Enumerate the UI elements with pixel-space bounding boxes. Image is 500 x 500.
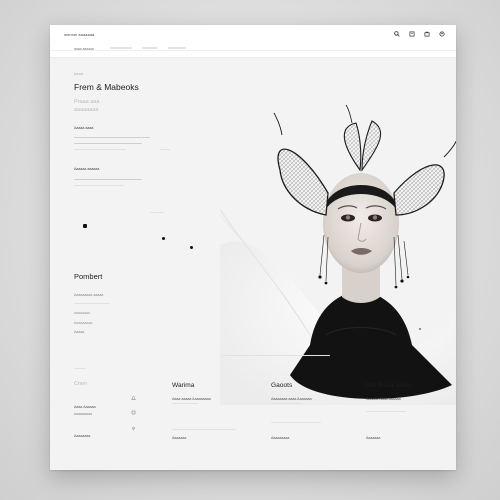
- text-line: [74, 137, 150, 139]
- hero-meta-heading: Aaaaa aaaa: [74, 126, 94, 130]
- subnav-item-active[interactable]: aaaa aaaaaa: [74, 47, 94, 51]
- footer-column-link[interactable]: Aaaaaaa: [172, 436, 186, 440]
- decorative-dot: [162, 237, 165, 240]
- text-line: [74, 149, 126, 151]
- cart-icon[interactable]: [423, 30, 431, 38]
- footer-column-title: Gaoots: [271, 382, 293, 389]
- hero-eyebrow: aaaa: [74, 72, 84, 76]
- subnav-divider: [50, 50, 456, 51]
- text-line: [366, 411, 406, 413]
- promo-link[interactable]: Aaaaaaaaa: [74, 321, 92, 325]
- subnav-item[interactable]: [168, 47, 186, 49]
- subnav-item[interactable]: [142, 47, 158, 49]
- footer-column-title: Not Foua Jeoks: [366, 382, 413, 389]
- promo-title: Pombert: [74, 272, 103, 281]
- promo-link[interactable]: aaaaaaaa: [74, 311, 90, 315]
- footer-column-text: Aaaa aaaaa Aaaaaaaaa: [172, 397, 211, 401]
- toolbar-icons: [393, 30, 446, 38]
- decorative-dot: [190, 246, 193, 249]
- text-line: [150, 212, 164, 214]
- hero-tagline-line: aaaaaaaa: [74, 107, 99, 113]
- user-icon[interactable]: [438, 30, 446, 38]
- pin-icon[interactable]: [131, 426, 136, 431]
- top-navigation-bar: mmmm aaaaaaa aaaa aaaaaa: [50, 25, 456, 58]
- text-line: [74, 303, 110, 305]
- subnav-item[interactable]: [110, 47, 132, 49]
- text-line: [74, 185, 124, 187]
- promo-link[interactable]: Aaaaa: [74, 330, 84, 334]
- bag-icon[interactable]: [408, 30, 416, 38]
- checkbox-icon[interactable]: [131, 410, 136, 415]
- footer-column-text: Aaaaaaaa aaaa Aaaaaaa: [271, 397, 312, 401]
- footer-column-link[interactable]: Aaaaaaa: [366, 436, 380, 440]
- text-line: [74, 179, 142, 181]
- footer-left-item[interactable]: Aaaaaaaa: [74, 434, 90, 438]
- text-line: [74, 368, 86, 370]
- text-line: [74, 143, 142, 145]
- footer-left-item[interactable]: aaaaaaaaa: [74, 412, 92, 416]
- footer-column-link[interactable]: Aaaaaaaaa: [271, 436, 289, 440]
- footer-column-title: Warima: [172, 382, 195, 389]
- text-line: [160, 149, 170, 151]
- play-icon[interactable]: [83, 224, 87, 228]
- text-line: [271, 422, 321, 424]
- website-mockup: mmmm aaaaaaa aaaa aaaaaa aaaa Frem & Mab…: [50, 25, 456, 470]
- hero-tagline-line: Praaa aaa: [74, 99, 100, 105]
- brand-logo-text[interactable]: mmmm aaaaaaa: [64, 33, 95, 37]
- hero-tagline: Praaa aaa aaaaaaaa: [74, 98, 144, 114]
- promo-link[interactable]: Aaaaaaaaa aaaaa: [74, 293, 103, 297]
- hero-title: Frem & Mabeoks: [74, 82, 139, 92]
- text-line: [172, 429, 236, 431]
- footer-left-title: Cnen: [74, 381, 88, 387]
- footer-column-text: Aaaaaa Aaaa aaaaaa: [366, 397, 401, 401]
- hero-meta-heading: Aaaaaa aaaaaa: [74, 167, 100, 171]
- text-line: [172, 403, 198, 405]
- search-icon[interactable]: [393, 30, 401, 38]
- bell-icon[interactable]: [131, 396, 136, 401]
- footer-left-item[interactable]: Aaaa Aaaaaa: [74, 405, 96, 409]
